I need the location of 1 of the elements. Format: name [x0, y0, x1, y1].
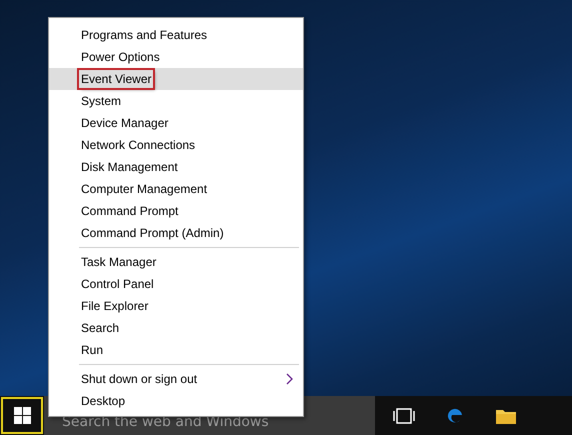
highlight-outline: Event Viewer	[79, 70, 154, 88]
